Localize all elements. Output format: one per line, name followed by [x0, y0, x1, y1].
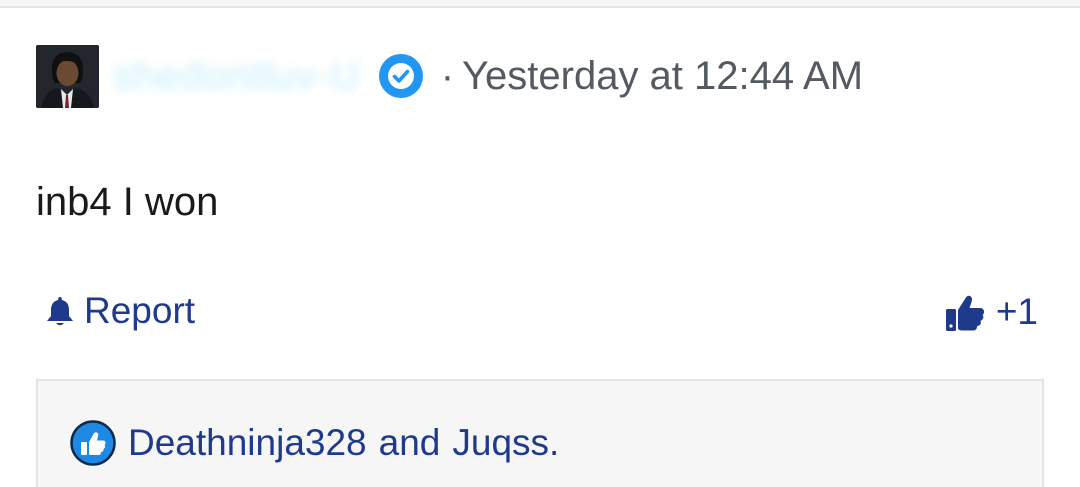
like-button[interactable]: +1	[944, 290, 1038, 334]
top-divider	[0, 0, 1080, 8]
meta-separator: ·	[440, 53, 455, 98]
post-page: shedontluv-U · Yesterday at 12:44 AM inb4…	[0, 0, 1080, 487]
like-count: +1	[995, 291, 1038, 332]
verified-badge-icon	[377, 52, 425, 100]
reaction-user-1[interactable]: Deathninja328	[128, 422, 367, 464]
report-label: Report	[84, 290, 196, 331]
like-badge-icon	[70, 419, 118, 467]
reactions-bar: Deathninja328 and Juqss.	[36, 379, 1044, 487]
thumbs-up-icon	[944, 290, 988, 334]
bell-icon	[44, 293, 78, 329]
author-username[interactable]: shedontluv-U	[113, 54, 361, 99]
post-message: inb4 I won	[36, 180, 219, 224]
reaction-user-2[interactable]: Juqss.	[452, 422, 559, 464]
post-header: shedontluv-U · Yesterday at 12:44 AM	[36, 44, 863, 108]
reactions-summary: Deathninja328 and Juqss.	[70, 419, 559, 467]
avatar[interactable]	[36, 44, 99, 108]
post-timestamp[interactable]: Yesterday at 12:44 AM	[462, 54, 863, 98]
report-button[interactable]: Report	[44, 290, 195, 332]
post-meta: · Yesterday at 12:44 AM	[441, 54, 863, 99]
reactions-conjunction: and	[378, 422, 441, 463]
avatar-photo-icon	[36, 44, 99, 108]
